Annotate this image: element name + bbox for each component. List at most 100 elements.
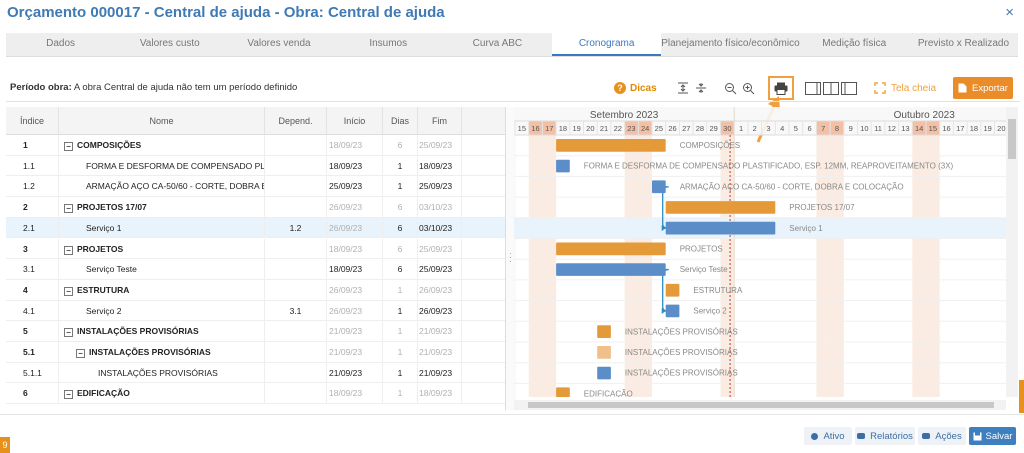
cell-dias[interactable]: 1 xyxy=(383,383,418,404)
cell-dias[interactable]: 1 xyxy=(383,300,418,321)
tab-cronograma[interactable]: Cronograma xyxy=(552,33,662,56)
table-row[interactable]: 5.1− INSTALAÇÕES PROVISÓRIAS 21/09/23 1 21/0… xyxy=(6,342,505,363)
cell-inicio[interactable]: 26/09/23 xyxy=(327,197,383,218)
gantt-vertical-scrollbar[interactable] xyxy=(1006,107,1018,397)
table-row[interactable]: 5− INSTALAÇÕES PROVISÓRIAS 21/09/23 1 21/09/… xyxy=(6,321,505,342)
cell-fim[interactable]: 21/09/23 xyxy=(418,342,462,362)
cell-dias[interactable]: 1 xyxy=(383,279,418,300)
cell-fim[interactable]: 26/09/23 xyxy=(418,300,462,321)
cell-depend[interactable] xyxy=(265,383,327,404)
cell-inicio[interactable]: 18/09/23 xyxy=(327,259,383,280)
collapse-toggle-icon[interactable]: − xyxy=(64,204,73,214)
cell-depend[interactable] xyxy=(265,238,327,259)
side-tab-handle[interactable] xyxy=(1019,380,1024,413)
table-row[interactable]: 1.1 FORMA E DESFORMA DE COMPENSADO PLAS 18… xyxy=(6,155,505,177)
cell-inicio[interactable]: 26/09/23 xyxy=(327,300,383,321)
cell-fim[interactable]: 03/10/23 xyxy=(418,217,462,238)
col-fim[interactable]: Fim xyxy=(418,107,462,135)
collapse-toggle-icon[interactable]: − xyxy=(64,245,73,255)
cell-fim[interactable]: 25/09/23 xyxy=(418,176,462,197)
export-button[interactable]: Exportar xyxy=(953,77,1013,99)
cell-inicio[interactable]: 21/09/23 xyxy=(327,362,383,383)
col-indice[interactable]: Índice xyxy=(6,107,59,135)
cell-fim[interactable]: 18/09/23 xyxy=(418,383,462,404)
scroll-thumb[interactable] xyxy=(528,402,994,408)
table-row[interactable]: 1− COMPOSIÇÕES 18/09/23 6 25/09/23 xyxy=(6,135,505,156)
zoom-out-icon[interactable] xyxy=(722,77,738,99)
cell-dias[interactable]: 1 xyxy=(383,362,418,383)
table-row[interactable]: 4− ESTRUTURA 26/09/23 1 26/09/23 xyxy=(6,279,505,301)
table-row[interactable]: 5.1.1 INSTALAÇÕES PROVISÓRIAS 21/09/23 1 21/… xyxy=(6,362,505,384)
cell-depend[interactable] xyxy=(265,176,327,197)
cell-inicio[interactable]: 18/09/23 xyxy=(327,155,383,176)
layout-split-icon[interactable] xyxy=(822,77,840,99)
col-dias[interactable]: Dias xyxy=(383,107,418,135)
cell-dias[interactable]: 6 xyxy=(383,135,418,155)
cell-depend[interactable] xyxy=(265,321,327,342)
dicas-button[interactable]: ? Dicas xyxy=(614,77,657,99)
cell-inicio[interactable]: 21/09/23 xyxy=(327,342,383,362)
cell-depend[interactable] xyxy=(265,362,327,383)
cell-dias[interactable]: 1 xyxy=(383,176,418,197)
cell-depend[interactable] xyxy=(265,279,327,300)
tab-insumos[interactable]: Insumos xyxy=(334,33,443,56)
cell-fim[interactable]: 26/09/23 xyxy=(418,279,462,300)
cell-dias[interactable]: 6 xyxy=(383,217,418,238)
collapse-toggle-icon[interactable]: − xyxy=(64,390,73,400)
cell-depend[interactable] xyxy=(265,259,327,280)
cell-dias[interactable]: 6 xyxy=(383,197,418,218)
cell-dias[interactable]: 1 xyxy=(383,342,418,362)
tab-medi-o-f-sica[interactable]: Medição física xyxy=(800,33,909,56)
cell-inicio[interactable]: 18/09/23 xyxy=(327,383,383,404)
cell-depend[interactable] xyxy=(265,135,327,155)
cell-inicio[interactable]: 26/09/23 xyxy=(327,279,383,300)
cell-depend[interactable]: 3.1 xyxy=(265,300,327,321)
cell-fim[interactable]: 21/09/23 xyxy=(418,321,462,342)
cell-dias[interactable]: 1 xyxy=(383,155,418,176)
fullscreen-button[interactable]: Tela cheia xyxy=(874,77,936,99)
save-button[interactable]: Salvar xyxy=(969,427,1016,445)
layout-grid-only-icon[interactable] xyxy=(804,77,822,99)
tab-previsto-x-realizado[interactable]: Previsto x Realizado xyxy=(909,33,1018,56)
cell-depend[interactable] xyxy=(265,342,327,362)
table-row[interactable]: 2.1 Serviço 1 1.2 26/09/23 6 03/10/23 xyxy=(6,217,505,239)
cell-dias[interactable]: 1 xyxy=(383,321,418,342)
table-row[interactable]: 1.2 ARMAÇÃO AÇO CA-50/60 - CORTE, DOBRA E… xyxy=(6,176,505,198)
tab-curva-abc[interactable]: Curva ABC xyxy=(443,33,552,56)
cell-fim[interactable]: 03/10/23 xyxy=(418,197,462,218)
collapse-toggle-icon[interactable]: − xyxy=(64,286,73,296)
cell-depend[interactable] xyxy=(265,197,327,218)
table-row[interactable]: 3− PROJETOS 18/09/23 6 25/09/23 xyxy=(6,238,505,260)
cell-depend[interactable]: 1.2 xyxy=(265,217,327,238)
cell-inicio[interactable]: 18/09/23 xyxy=(327,135,383,155)
table-row[interactable]: 6− EDIFICAÇÃO 18/09/23 1 18/09/23 xyxy=(6,383,505,405)
cell-dias[interactable]: 6 xyxy=(383,259,418,280)
cell-fim[interactable]: 21/09/23 xyxy=(418,362,462,383)
tab-valores-custo[interactable]: Valores custo xyxy=(115,33,224,56)
cell-depend[interactable] xyxy=(265,155,327,176)
cell-dias[interactable]: 6 xyxy=(383,238,418,259)
tab-planejamento-f-sico-econ-mico[interactable]: Planejamento físico/econômico xyxy=(661,33,799,56)
cell-inicio[interactable]: 18/09/23 xyxy=(327,238,383,259)
cell-fim[interactable]: 25/09/23 xyxy=(418,238,462,259)
col-inicio[interactable]: Início xyxy=(327,107,383,135)
cell-inicio[interactable]: 25/09/23 xyxy=(327,176,383,197)
collapse-toggle-icon[interactable]: − xyxy=(64,142,73,151)
layout-chart-only-icon[interactable] xyxy=(840,77,858,99)
table-row[interactable]: 4.1 Serviço 2 3.1 26/09/23 1 26/09/23 xyxy=(6,300,505,322)
cell-fim[interactable]: 25/09/23 xyxy=(418,259,462,280)
cell-inicio[interactable]: 21/09/23 xyxy=(327,321,383,342)
tab-dados[interactable]: Dados xyxy=(6,33,115,56)
collapse-toggle-icon[interactable]: − xyxy=(76,349,85,358)
table-row[interactable]: 2− PROJETOS 17/07 26/09/23 6 03/10/23 xyxy=(6,197,505,218)
gantt-horizontal-scrollbar[interactable] xyxy=(514,400,1006,410)
ativo-button[interactable]: Ativo xyxy=(804,427,852,445)
cell-fim[interactable]: 25/09/23 xyxy=(418,135,462,155)
scroll-thumb[interactable] xyxy=(1008,119,1016,159)
tab-valores-venda[interactable]: Valores venda xyxy=(224,33,333,56)
col-depend[interactable]: Depend. xyxy=(265,107,327,135)
table-row[interactable]: 3.1 Serviço Teste 18/09/23 6 25/09/23 xyxy=(6,259,505,280)
cell-inicio[interactable]: 26/09/23 xyxy=(327,217,383,238)
notification-badge[interactable]: 9 xyxy=(0,437,10,453)
collapse-rows-icon[interactable] xyxy=(694,77,708,99)
